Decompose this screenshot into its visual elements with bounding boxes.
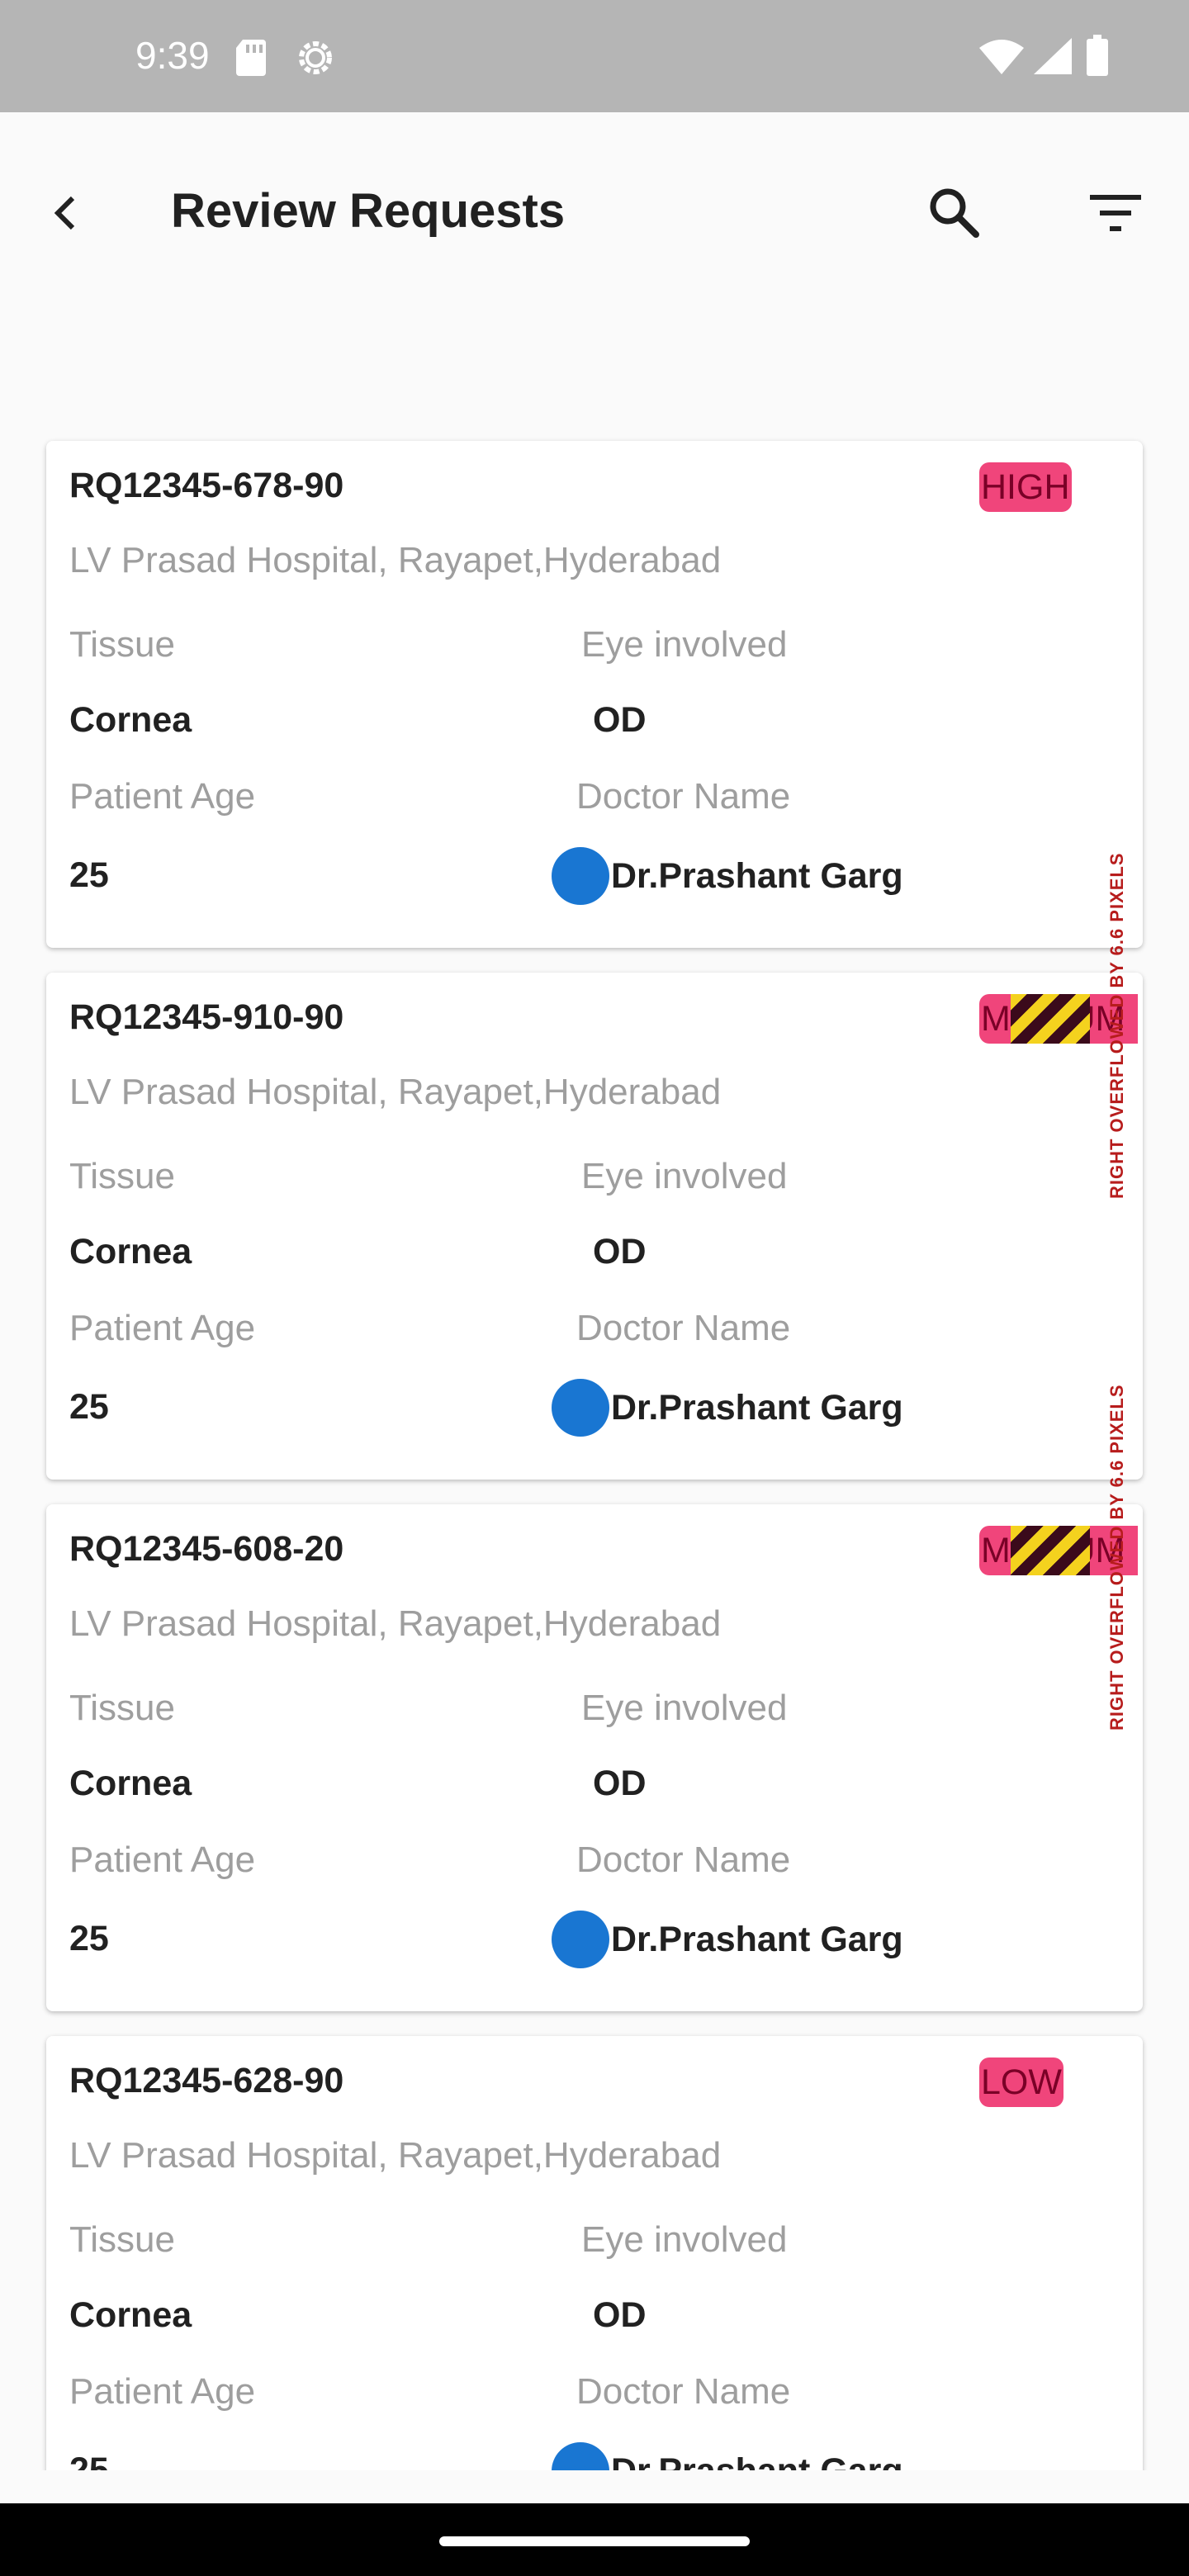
- doctor-name: Dr.Prashant Garg: [611, 855, 903, 896]
- priority-badge: HIGH: [979, 462, 1072, 512]
- doctor-avatar: [552, 1379, 609, 1437]
- eye-value: OD: [593, 1764, 647, 1803]
- request-card[interactable]: RQ12345-628-90 LOW LV Prasad Hospital, R…: [46, 2036, 1143, 2470]
- battery-icon: [1087, 35, 1108, 76]
- doctor-label: Doctor Name: [576, 2371, 791, 2412]
- hospital-name: LV Prasad Hospital, Rayapet,Hyderabad: [69, 1603, 722, 1644]
- eye-label: Eye involved: [581, 2219, 788, 2260]
- request-id: RQ12345-608-20: [69, 1529, 344, 1569]
- eye-label: Eye involved: [581, 624, 788, 665]
- eye-value: OD: [593, 700, 647, 740]
- eye-label: Eye involved: [581, 1156, 788, 1196]
- age-value: 25: [69, 855, 109, 895]
- doctor-name: Dr.Prashant Garg: [611, 2451, 903, 2471]
- status-time: 9:39: [135, 34, 210, 77]
- doctor-avatar: [552, 2442, 609, 2470]
- overflow-stripes: [1011, 1526, 1090, 1575]
- doctor-name: Dr.Prashant Garg: [611, 1919, 903, 1959]
- eye-value: OD: [593, 2295, 647, 2335]
- age-value: 25: [69, 2451, 109, 2470]
- age-label: Patient Age: [69, 1840, 256, 1880]
- eye-value: OD: [593, 1232, 647, 1271]
- doctor-info: Dr.Prashant Garg: [552, 2442, 903, 2470]
- tissue-value: Cornea: [69, 1764, 192, 1803]
- age-value: 25: [69, 1919, 109, 1958]
- cellular-signal-icon: [1034, 38, 1072, 74]
- age-label: Patient Age: [69, 2371, 256, 2412]
- sd-card-icon: [236, 40, 266, 76]
- doctor-name: Dr.Prashant Garg: [611, 1387, 903, 1428]
- doctor-label: Doctor Name: [576, 1840, 791, 1880]
- search-icon[interactable]: [925, 183, 983, 241]
- tissue-label: Tissue: [69, 1688, 175, 1728]
- overflow-stripes: [1011, 994, 1090, 1044]
- request-id: RQ12345-628-90: [69, 2061, 344, 2100]
- tissue-value: Cornea: [69, 1232, 192, 1271]
- home-gesture-handle[interactable]: [439, 2536, 750, 2546]
- priority-badge: LOW: [979, 2057, 1063, 2107]
- eye-label: Eye involved: [581, 1688, 788, 1728]
- doctor-info: Dr.Prashant Garg: [552, 1911, 903, 1968]
- overflow-warning: RIGHT OVERFLOWED BY 6.6 PIXELS: [1106, 852, 1127, 1199]
- request-id: RQ12345-678-90: [69, 466, 344, 505]
- page-title: Review Requests: [171, 184, 566, 238]
- tissue-value: Cornea: [69, 700, 192, 740]
- settings-gear-icon: [299, 41, 332, 74]
- request-id: RQ12345-910-90: [69, 997, 344, 1037]
- doctor-label: Doctor Name: [576, 1308, 791, 1348]
- back-arrow-icon[interactable]: [40, 187, 92, 239]
- request-list: RQ12345-678-90 HIGH LV Prasad Hospital, …: [0, 317, 1189, 2470]
- request-card[interactable]: RQ12345-608-20 MEDIUM LV Prasad Hospital…: [46, 1504, 1143, 2011]
- age-value: 25: [69, 1387, 109, 1427]
- hospital-name: LV Prasad Hospital, Rayapet,Hyderabad: [69, 2135, 722, 2176]
- age-label: Patient Age: [69, 776, 256, 817]
- doctor-info: Dr.Prashant Garg: [552, 1379, 903, 1437]
- filter-icon[interactable]: [1087, 188, 1144, 238]
- tissue-label: Tissue: [69, 1156, 175, 1196]
- overflow-warning: RIGHT OVERFLOWED BY 6.6 PIXELS: [1106, 1384, 1127, 1731]
- tissue-value: Cornea: [69, 2295, 192, 2335]
- doctor-avatar: [552, 847, 609, 905]
- hospital-name: LV Prasad Hospital, Rayapet,Hyderabad: [69, 1072, 722, 1112]
- tissue-label: Tissue: [69, 624, 175, 665]
- doctor-label: Doctor Name: [576, 776, 791, 817]
- doctor-info: Dr.Prashant Garg: [552, 847, 903, 905]
- status-bar: 9:39: [0, 0, 1189, 112]
- system-nav-bar: [0, 2503, 1189, 2576]
- wifi-icon: [979, 40, 1024, 74]
- tissue-label: Tissue: [69, 2219, 175, 2260]
- app-bar: Review Requests: [0, 112, 1189, 317]
- request-card[interactable]: RQ12345-678-90 HIGH LV Prasad Hospital, …: [46, 441, 1143, 948]
- age-label: Patient Age: [69, 1308, 256, 1348]
- hospital-name: LV Prasad Hospital, Rayapet,Hyderabad: [69, 540, 722, 580]
- doctor-avatar: [552, 1911, 609, 1968]
- request-card[interactable]: RQ12345-910-90 MEDIUM LV Prasad Hospital…: [46, 973, 1143, 1480]
